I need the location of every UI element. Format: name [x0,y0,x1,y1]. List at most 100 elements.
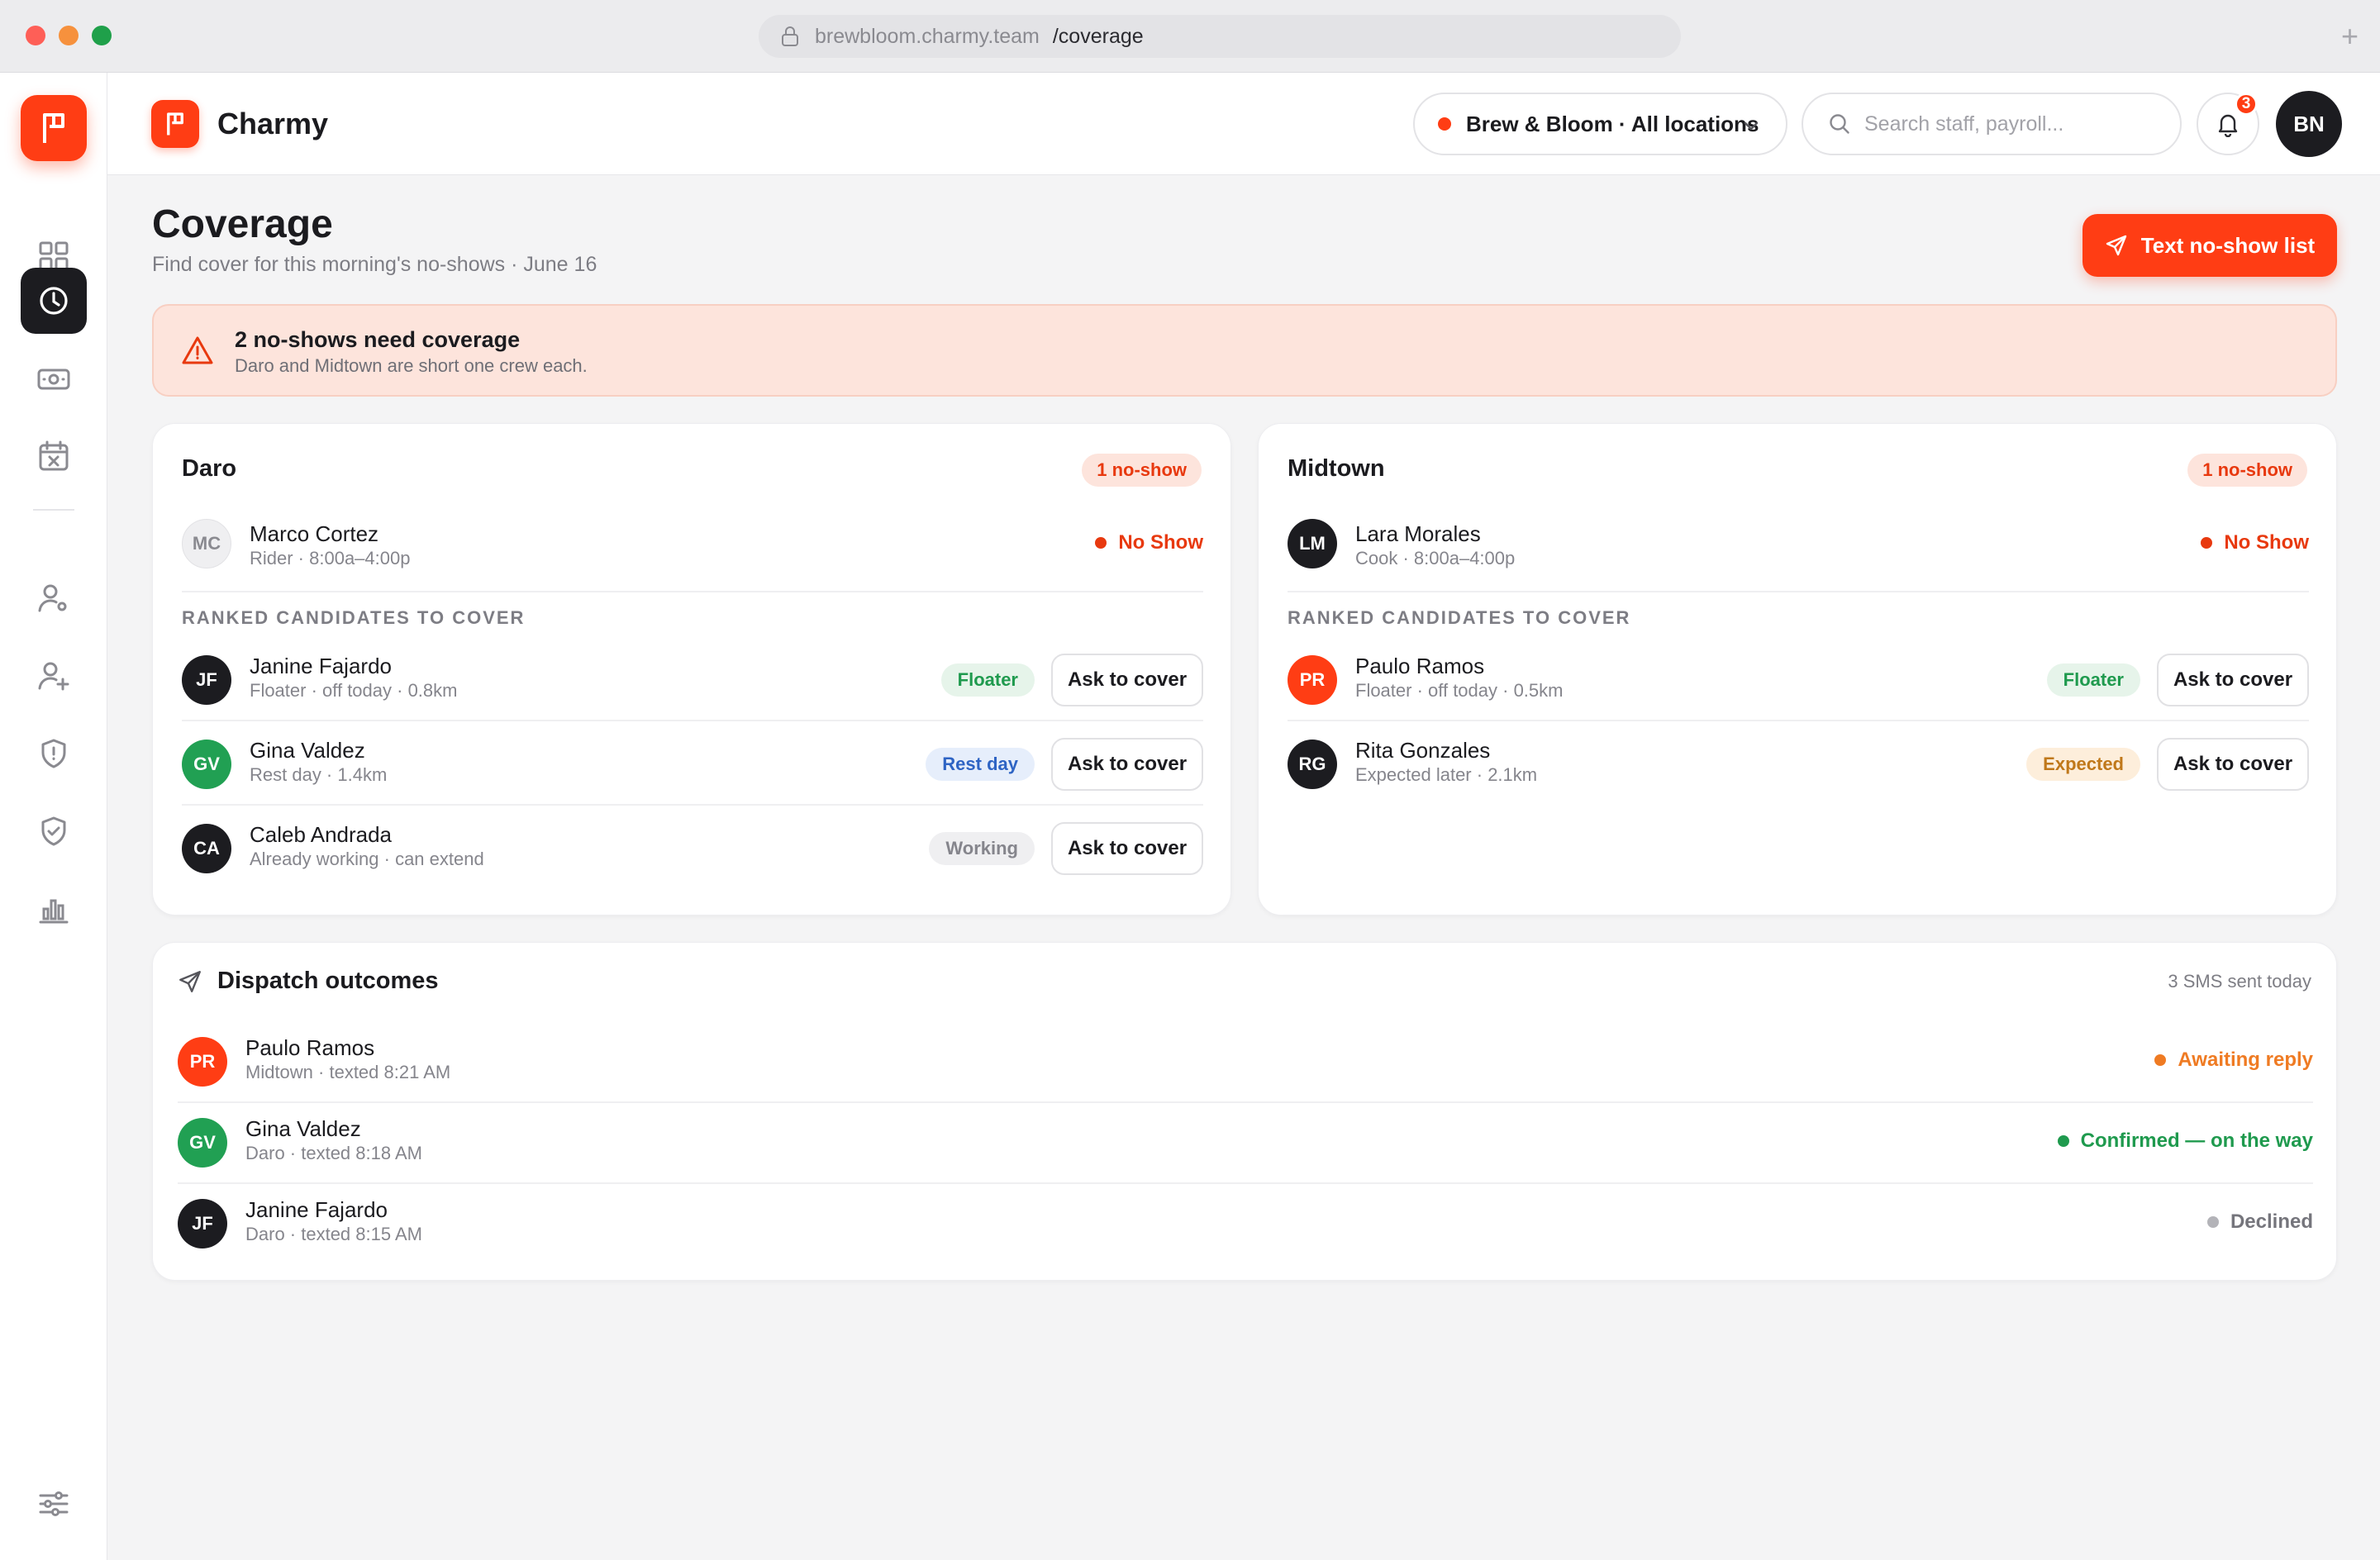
sidebar-item-coverage[interactable] [21,268,87,334]
window-minimize-button[interactable] [59,26,79,45]
warning-icon [182,335,213,369]
coverage-alert: 2 no-shows need coverage Daro and Midtow… [152,304,2337,397]
ask-to-cover-button[interactable]: Ask to cover [1051,822,1203,875]
shield-alert-icon [41,739,66,768]
status-dot [2201,537,2213,549]
text-no-show-list-button[interactable]: Text no-show list [2082,214,2337,277]
avatar: PR [178,1037,227,1087]
candidate-name: Janine Fajardo [250,654,392,678]
user-avatar[interactable]: BN [2276,91,2342,157]
location-select[interactable]: Brew & Bloom · All locations [1413,93,1787,155]
dispatch-header: Dispatch outcomes [178,968,439,995]
no-show-status: No Show [2201,531,2309,554]
avatar: LM [1288,519,1337,568]
no-show-count-badge: 1 no-show [2187,454,2307,487]
avatar: JF [182,655,231,705]
dispatch-status: Awaiting reply [2154,1049,2313,1072]
dispatch-name: Janine Fajardo [245,1197,388,1222]
sidebar-item-reports[interactable] [21,876,87,942]
dispatch-name: Paulo Ramos [245,1035,375,1060]
search-box[interactable] [1802,93,2182,155]
status-label: Awaiting reply [2178,1049,2313,1071]
search-icon [1830,114,1849,134]
candidate-meta: Floater · off today · 0.5km [1355,680,1564,701]
address-bar[interactable]: brewbloom.charmy.team /coverage [759,15,1681,58]
avatar: MC [182,519,231,568]
ask-to-cover-button[interactable]: Ask to cover [1051,738,1203,791]
candidate-meta: Already working · can extend [250,849,484,869]
sidebar-item-staff-settings[interactable] [21,565,87,631]
browser-chrome: brewbloom.charmy.team /coverage + [0,0,2380,73]
ask-to-cover-button[interactable]: Ask to cover [2157,654,2309,706]
app-logo-flag-icon[interactable] [21,95,87,161]
candidate-name: Caleb Andrada [250,822,393,847]
shield-check-icon [41,816,66,846]
ask-to-cover-button[interactable]: Ask to cover [2157,738,2309,791]
chevron-down-icon [1741,116,1761,141]
no-show-row: MC Marco Cortez Rider · 8:00a–4:00p No S… [182,510,1203,592]
candidate-meta: Expected later · 2.1km [1355,764,1538,785]
dispatch-status: Declined [2206,1210,2313,1234]
dispatch-meta: Midtown · texted 8:21 AM [245,1062,451,1082]
dispatch-row: JF Janine Fajardo Daro · texted 8:15 AM … [178,1184,2313,1265]
no-show-status: No Show [1095,531,1203,554]
candidate-row: RG Rita Gonzales Expected later · 2.1km … [1288,723,2309,806]
candidate-tag: Floater [2046,663,2140,697]
candidate-name: Paulo Ramos [1355,654,1485,678]
user-plus-icon [38,662,69,691]
app-window: brewbloom.charmy.team /coverage + Charmy… [0,0,2380,1560]
new-tab-icon[interactable]: + [2341,20,2359,53]
window-close-button[interactable] [26,26,45,45]
lock-icon [780,25,803,48]
sidebar [0,73,107,1560]
user-settings-icon [38,584,67,612]
cash-icon [37,369,70,390]
brand[interactable]: Charmy [151,100,328,148]
top-bar: Charmy Brew & Bloom · All locations 3 BN [107,73,2380,175]
window-maximize-button[interactable] [92,26,112,45]
avatar: PR [1288,655,1337,705]
candidate-meta: Rest day · 1.4km [250,764,388,785]
status-label: Confirmed — on the way [2080,1130,2313,1152]
search-input[interactable] [1864,112,2162,136]
candidate-row: GV Gina Valdez Rest day · 1.4km Rest day… [182,723,1203,806]
sms-count: 3 SMS sent today [2168,971,2311,992]
location-card-midtown: Midtown 1 no-show LM Lara Morales Cook ·… [1258,423,2337,916]
location-select-value: Brew & Bloom · All locations [1466,111,1759,136]
ask-to-cover-button[interactable]: Ask to cover [1051,654,1203,706]
dispatch-meta: Daro · texted 8:18 AM [245,1143,422,1163]
dispatch-title: Dispatch outcomes [217,968,439,994]
bell-icon [2218,114,2238,137]
section-label: RANKED CANDIDATES TO COVER [1288,607,1631,628]
no-show-row: LM Lara Morales Cook · 8:00a–4:00p No Sh… [1288,510,2309,592]
alert-title: 2 no-shows need coverage [235,327,521,352]
location-name: Midtown [1288,455,1385,482]
sidebar-item-compliance[interactable] [21,798,87,864]
candidate-row: PR Paulo Ramos Floater · off today · 0.5… [1288,639,2309,721]
avatar: RG [1288,740,1337,789]
sidebar-divider [33,509,74,511]
url-host: brewbloom.charmy.team [815,24,1040,48]
sidebar-item-add-staff[interactable] [21,643,87,709]
sidebar-item-preferences[interactable] [21,1471,87,1537]
avatar: CA [182,824,231,873]
alert-detail: Daro and Midtown are short one crew each… [235,355,588,376]
text-no-show-list-label: Text no-show list [2140,232,2316,258]
send-icon [179,970,201,992]
candidate-tag: Expected [2026,748,2140,781]
person-name: Marco Cortez [250,521,379,546]
status-label: No Show [2224,531,2309,554]
sidebar-item-incidents[interactable] [21,721,87,787]
url-path: /coverage [1052,24,1144,48]
candidate-tag: Floater [940,663,1035,697]
clock-icon [40,287,68,315]
candidate-meta: Floater · off today · 0.8km [250,680,458,701]
calendar-x-icon [39,440,69,471]
person-shift: Rider · 8:00a–4:00p [250,548,411,568]
sidebar-item-payroll[interactable] [21,345,87,411]
notifications-button[interactable]: 3 [2197,93,2259,155]
location-status-dot [1438,117,1451,131]
dispatch-row: PR Paulo Ramos Midtown · texted 8:21 AM … [178,1022,2313,1103]
sidebar-item-absences[interactable] [21,423,87,489]
dispatch-name: Gina Valdez [245,1116,361,1141]
